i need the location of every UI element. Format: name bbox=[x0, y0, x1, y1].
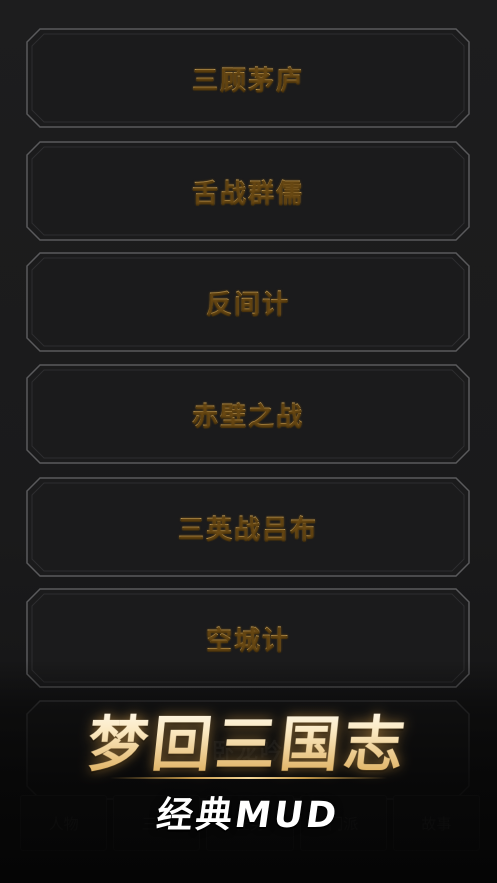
story-button-4[interactable]: 赤壁之战 bbox=[26, 364, 470, 464]
story-label: 三顾茅庐 bbox=[26, 28, 470, 128]
story-button-6[interactable]: 空城计 bbox=[26, 588, 470, 688]
promo-subtitle: 经典MUD bbox=[154, 795, 342, 836]
story-button-1[interactable]: 三顾茅庐 bbox=[26, 28, 470, 128]
story-button-5[interactable]: 三英战吕布 bbox=[26, 477, 470, 577]
promo-divider bbox=[110, 777, 387, 779]
story-label: 赤壁之战 bbox=[26, 364, 470, 464]
story-button-3[interactable]: 反间计 bbox=[26, 252, 470, 352]
game-screen: 三顾茅庐 舌战群儒 反间计 赤壁之战 三英战吕布 空城计 人物 三国 任务 门派… bbox=[0, 0, 497, 883]
story-label: 反间计 bbox=[26, 252, 470, 352]
promo-title: 梦回三国志 bbox=[0, 696, 497, 783]
story-label: 空城计 bbox=[26, 588, 470, 688]
story-label: 舌战群儒 bbox=[26, 141, 470, 241]
story-button-2[interactable]: 舌战群儒 bbox=[26, 141, 470, 241]
story-label: 三英战吕布 bbox=[26, 477, 470, 577]
